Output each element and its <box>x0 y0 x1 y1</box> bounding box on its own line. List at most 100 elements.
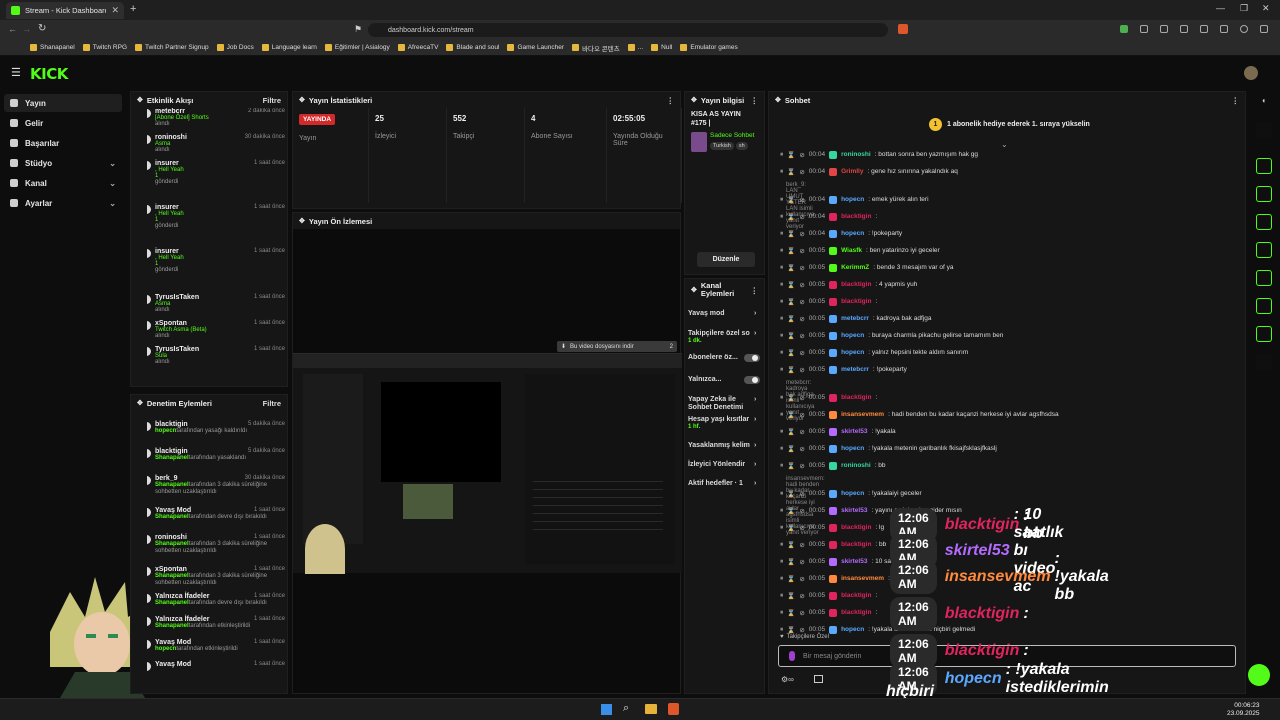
drag-handle-icon[interactable]: ✥ <box>137 399 143 407</box>
bookmark-item[interactable]: Language learn <box>261 44 317 51</box>
ban-icon[interactable]: ⊘ <box>799 230 804 238</box>
activity-event[interactable]: insurer 1 saat önce, Hell Yeah 1 gönderdi <box>147 248 285 273</box>
timeout-icon[interactable]: ⌛ <box>787 332 795 340</box>
message-username[interactable]: insansevmem <box>841 575 884 582</box>
brave-browser-icon[interactable] <box>668 703 679 715</box>
pin-icon[interactable]: ⏸ <box>780 592 783 600</box>
channel-action-item[interactable]: Hesap yaşı kısıtlar 1 hf. › <box>688 416 760 430</box>
kick-fab-icon[interactable] <box>1248 664 1270 686</box>
chat-bubble-icon[interactable] <box>1256 242 1272 258</box>
message-username[interactable]: blacktigin <box>841 298 871 305</box>
message-username[interactable]: blacktigin <box>841 541 871 548</box>
chat-message[interactable]: ⏸ ⌛ ⊘ 00:05 blacktigin: 4 yapmis yuh <box>780 276 1240 293</box>
message-username[interactable]: insansevmem <box>841 411 884 418</box>
reload-icon[interactable]: ↻ <box>38 23 46 34</box>
bookmark-item[interactable]: Null <box>651 44 672 51</box>
bookmark-item[interactable]: ... <box>627 44 643 51</box>
timeout-icon[interactable]: ⌛ <box>787 575 795 583</box>
message-username[interactable]: skirtel53 <box>841 428 867 435</box>
chevron-right-icon[interactable]: › <box>754 396 756 403</box>
ban-icon[interactable]: ⊘ <box>799 247 804 255</box>
message-username[interactable]: hopecn <box>841 490 864 497</box>
download-prompt[interactable]: ⬇ Bu video dosyasını indir 2 <box>557 341 677 352</box>
theme-icon[interactable]: ◐ <box>1262 96 1267 105</box>
activity-event[interactable]: insurer 1 saat önce, Hell Yeah 1 gönderdi <box>147 204 285 229</box>
drag-handle-icon[interactable]: ✥ <box>299 96 305 104</box>
chat-message[interactable]: ⏸ ⌛ ⊘ 00:04 hopecn: emek yürek alın teri <box>780 191 1240 208</box>
message-username[interactable]: skirtel53 <box>841 558 867 565</box>
bookmark-item[interactable]: Job Docs <box>216 44 254 51</box>
chevron-down-icon[interactable]: ⌄ <box>109 199 116 208</box>
timeout-icon[interactable]: ⌛ <box>787 366 795 374</box>
timeout-icon[interactable]: ⌛ <box>787 247 795 255</box>
vpn-icon[interactable] <box>1240 25 1248 33</box>
ban-icon[interactable]: ⊘ <box>799 298 804 306</box>
ban-icon[interactable]: ⊘ <box>799 264 804 272</box>
sidebar-item-1[interactable]: Gelir <box>4 114 122 132</box>
timeout-icon[interactable]: ⌛ <box>787 213 795 221</box>
message-username[interactable]: blacktigin <box>841 394 871 401</box>
ban-icon[interactable]: ⊘ <box>799 394 804 402</box>
ban-icon[interactable]: ⊘ <box>799 490 804 498</box>
message-username[interactable]: Grimlly <box>841 168 863 175</box>
download-icon[interactable] <box>1260 25 1268 33</box>
wallet-icon[interactable] <box>1220 25 1228 33</box>
ban-icon[interactable]: ⊘ <box>799 507 804 515</box>
timeout-icon[interactable]: ⌛ <box>787 168 795 176</box>
drag-handle-icon[interactable]: ✥ <box>299 217 305 225</box>
bookmark-item[interactable]: 바다오 콘텐츠 <box>572 43 620 53</box>
chevron-right-icon[interactable]: › <box>754 480 756 487</box>
layout-icon[interactable] <box>1256 298 1272 314</box>
ban-icon[interactable]: ⊘ <box>799 315 804 323</box>
ban-icon[interactable]: ⊘ <box>799 541 804 549</box>
timeout-icon[interactable]: ⌛ <box>787 490 795 498</box>
chat-message[interactable]: ⏸ ⌛ ⊘ 00:04 hopecn: !pokeparty <box>780 225 1240 242</box>
channel-action-item[interactable]: Yapay Zeka ile Sohbet Denetimi › <box>688 396 760 412</box>
moderator-name[interactable]: Shanapanel <box>155 455 189 461</box>
pin-icon[interactable]: ⏸ <box>780 247 783 255</box>
timeout-icon[interactable]: ⌛ <box>787 349 795 357</box>
pin-icon[interactable]: ⏸ <box>780 558 783 566</box>
chevron-down-icon[interactable]: ⌄ <box>109 159 116 168</box>
bookmark-icon[interactable]: ⚑ <box>354 24 362 35</box>
timeout-icon[interactable]: ⌛ <box>787 281 795 289</box>
pin-icon[interactable]: ⏸ <box>780 411 783 419</box>
chat-message[interactable]: ⏸ ⌛ ⊘ 00:05 hopecn: !yakalaiyi geceler <box>780 485 1240 502</box>
ban-icon[interactable]: ⊘ <box>799 428 804 436</box>
activity-event[interactable]: xSpontan 1 saat önce Twitch Asma (Beta) alı… <box>147 320 285 339</box>
moderator-name[interactable]: Shanapanel <box>155 573 189 579</box>
ban-icon[interactable]: ⊘ <box>799 349 804 357</box>
bookmark-item[interactable]: Game Launcher <box>507 44 564 51</box>
toggle-switch[interactable] <box>744 376 760 384</box>
chevron-right-icon[interactable]: › <box>754 330 756 337</box>
kick-logo[interactable]: KICK <box>30 65 68 83</box>
moderator-name[interactable]: Shanapanel <box>155 514 189 520</box>
chat-message[interactable]: ⏸ ⌛ ⊘ 00:04 roninoshi: bottan sonra ben yazm… <box>780 146 1240 163</box>
ban-icon[interactable]: ⊘ <box>799 462 804 470</box>
pin-icon[interactable]: ⏸ <box>780 575 783 583</box>
timeout-icon[interactable]: ⌛ <box>787 411 795 419</box>
tag-badge[interactable]: Turkish <box>710 142 734 150</box>
chevron-right-icon[interactable]: › <box>754 461 756 468</box>
ban-icon[interactable]: ⊘ <box>799 609 804 617</box>
timeout-icon[interactable]: ⌛ <box>787 592 795 600</box>
chevron-down-icon[interactable]: ⌄ <box>109 179 116 188</box>
pin-icon[interactable]: ⏸ <box>780 298 783 306</box>
pinned-goal[interactable]: 1 1 abonelik hediye ederek 1. sıraya yük… <box>929 118 1090 131</box>
message-username[interactable]: metebcrr <box>841 315 869 322</box>
chevron-right-icon[interactable]: › <box>754 442 756 449</box>
pin-icon[interactable]: ⏸ <box>780 151 783 159</box>
message-username[interactable]: hopecn <box>841 230 864 237</box>
chat-message[interactable]: ⏸ ⌛ ⊘ 00:05 insansevmem: hadi benden bu kada… <box>780 406 1240 423</box>
brave-shield-icon[interactable] <box>898 24 908 34</box>
ban-icon[interactable]: ⊘ <box>799 558 804 566</box>
activity-event[interactable]: TyrusIsTaken 1 saat önce Sula alındı <box>147 346 285 365</box>
tag-badge[interactable]: sh <box>735 142 748 150</box>
microphone-icon[interactable] <box>789 651 795 661</box>
more-options-icon[interactable]: ⋮ <box>667 96 675 105</box>
channel-action-item[interactable]: İzleyici Yönlendir › <box>688 461 760 469</box>
timeout-icon[interactable]: ⌛ <box>787 626 795 634</box>
category-name[interactable]: Sadece Sohbet <box>710 132 754 139</box>
extension-icon[interactable] <box>1180 25 1188 33</box>
chat-message[interactable]: ⏸ ⌛ ⊘ 00:05 skirtel53: !yakala <box>780 423 1240 440</box>
